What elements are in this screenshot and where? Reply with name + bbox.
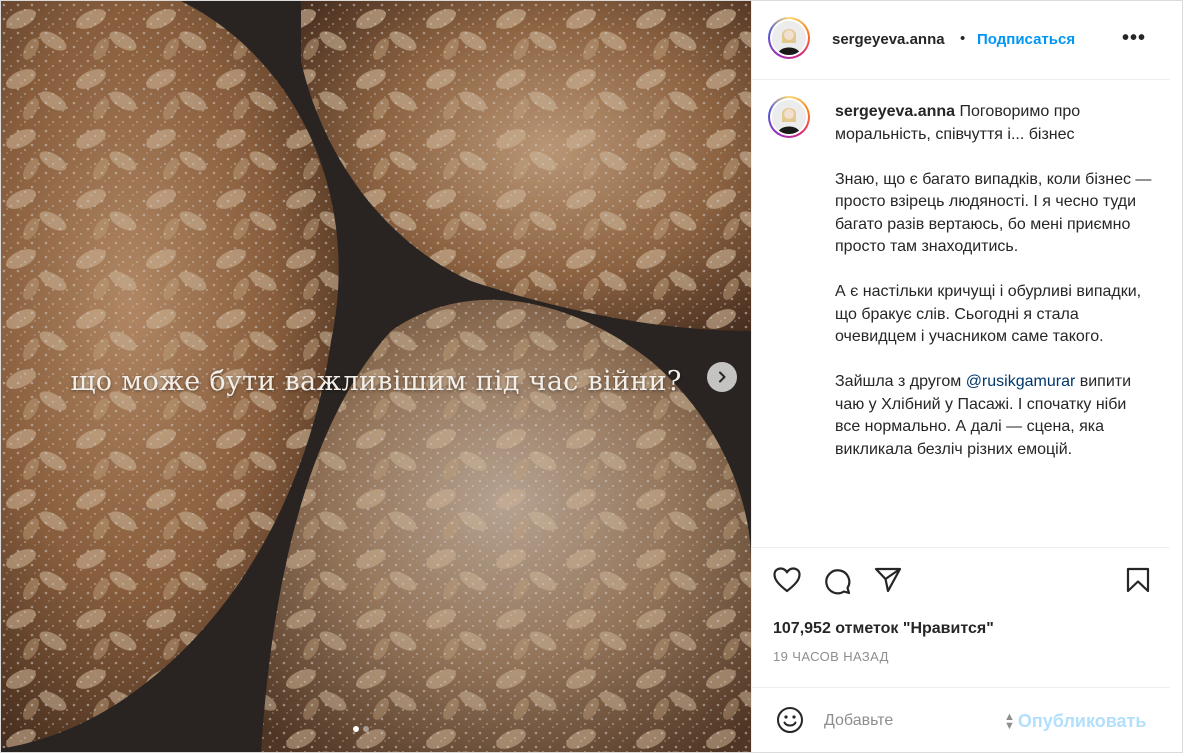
chevron-right-icon: [719, 371, 726, 383]
header-username[interactable]: sergeyeva.anna: [832, 31, 945, 48]
caption-text: sergeyeva.anna Поговоримо про моральніст…: [835, 101, 1155, 484]
caption-paragraph: Знаю, що є багато випадків, коли бізнес …: [835, 170, 1152, 256]
comment-box: ▲▼ Опубликовать: [752, 687, 1170, 753]
mention-link[interactable]: @rusikgamurar: [966, 373, 1076, 390]
more-options-button[interactable]: •••: [1122, 27, 1146, 50]
caption-username[interactable]: sergeyeva.anna: [835, 103, 955, 120]
avatar-image: [772, 21, 806, 55]
save-button[interactable]: [1126, 567, 1150, 598]
publish-label: Опубликовать: [1017, 711, 1147, 731]
resize-arrows-icon: ▲ ▼: [1004, 710, 1015, 732]
like-button[interactable]: [773, 567, 801, 598]
avatar[interactable]: [768, 17, 810, 59]
heart-icon: [773, 567, 801, 593]
post-image[interactable]: що може бути важливішим під час війни?: [1, 1, 751, 752]
follow-button[interactable]: Подписаться: [977, 31, 1075, 48]
post-actions: 107,952 отметок "Нравится" 19 ЧАСОВ НАЗА…: [752, 547, 1170, 688]
carousel-indicator: [353, 726, 369, 732]
post-overlay-text: що може бути важливішим під час війни?: [70, 366, 682, 397]
header-separator: •: [960, 30, 966, 47]
share-icon: [874, 567, 902, 593]
comment-button[interactable]: [823, 567, 851, 600]
bookmark-icon: [1126, 567, 1150, 593]
avatar-image: [772, 100, 806, 134]
carousel-dot: [363, 726, 369, 732]
post-caption: sergeyeva.anna Поговоримо про моральніст…: [752, 80, 1170, 546]
caption-avatar[interactable]: [768, 96, 810, 138]
caption-paragraph-start: Зайшла з другом: [835, 373, 966, 390]
emoji-button[interactable]: [776, 706, 804, 739]
post-header: sergeyeva.anna • Подписаться •••: [752, 1, 1170, 80]
comment-input[interactable]: [822, 709, 986, 733]
carousel-next-button[interactable]: [707, 362, 737, 392]
publish-button[interactable]: ▲ ▼ Опубликовать: [1004, 711, 1146, 732]
post-timestamp[interactable]: 19 ЧАСОВ НАЗАД: [773, 649, 889, 664]
caption-paragraph: А є настільки кричущі і обурливі випадки…: [835, 283, 1142, 345]
emoji-icon: [777, 707, 803, 733]
post-side-panel: sergeyeva.anna • Подписаться ••• sergeye…: [751, 1, 1170, 752]
carousel-dot-active: [353, 726, 359, 732]
likes-count[interactable]: 107,952 отметок "Нравится": [773, 620, 994, 638]
share-button[interactable]: [874, 567, 902, 598]
comment-icon: [825, 569, 851, 595]
